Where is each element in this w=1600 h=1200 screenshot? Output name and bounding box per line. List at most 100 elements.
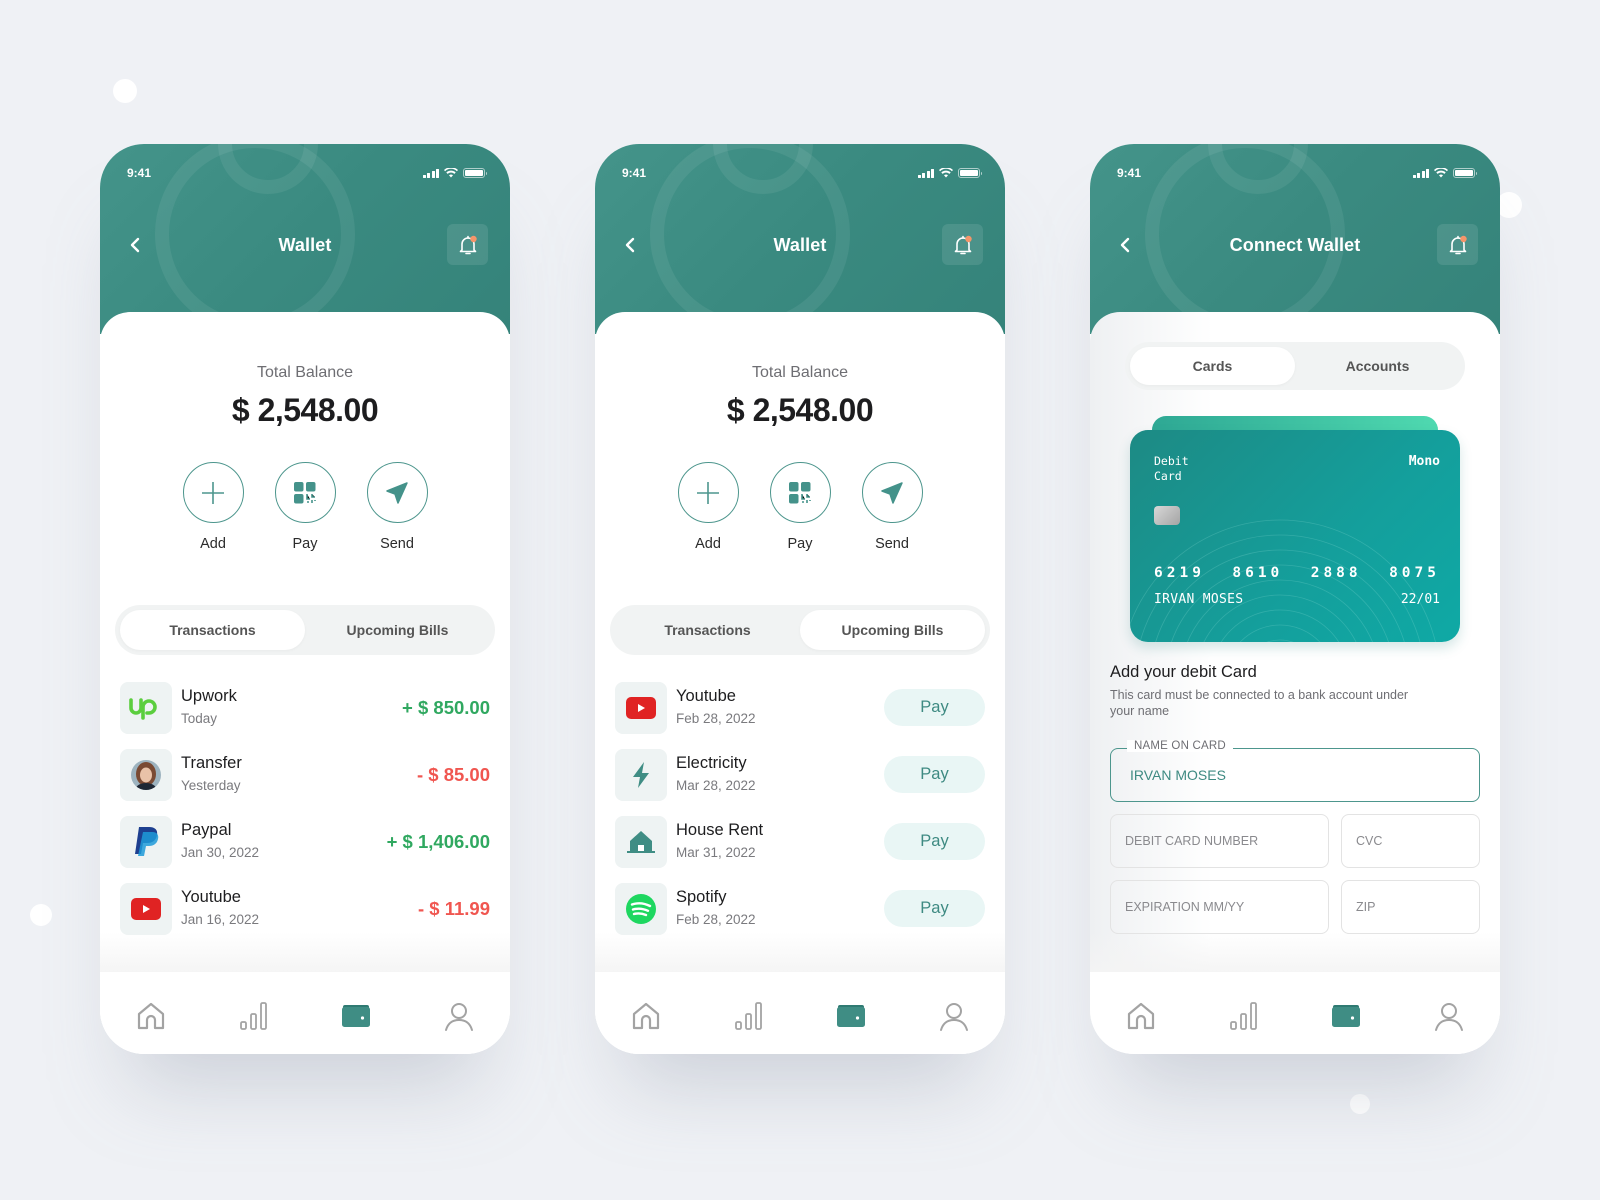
tabbar-home[interactable] <box>131 996 171 1036</box>
tabbar-stats[interactable] <box>729 996 769 1036</box>
pay-button[interactable]: Pay <box>274 462 336 552</box>
pay-label: Pay <box>292 536 318 552</box>
tab-cards[interactable]: Cards <box>1130 347 1295 385</box>
notifications-button[interactable] <box>447 224 488 265</box>
tabbar-wallet[interactable] <box>831 996 871 1036</box>
page-title: Wallet <box>278 234 332 255</box>
status-bar: 9:41 <box>127 166 487 180</box>
card-number-group: 6219 <box>1154 565 1205 581</box>
notifications-button[interactable] <box>1437 224 1478 265</box>
tabbar-profile[interactable] <box>934 996 974 1036</box>
bar-chart-icon <box>1229 1002 1257 1030</box>
name-on-card-label: NAME ON CARD <box>1127 740 1233 752</box>
name-on-card-field[interactable]: NAME ON CARD IRVAN MOSES <box>1110 740 1480 802</box>
wifi-icon <box>1434 168 1448 178</box>
tabbar-home[interactable] <box>1121 996 1161 1036</box>
tabbar-profile[interactable] <box>1429 996 1469 1036</box>
wifi-icon <box>939 168 953 178</box>
pay-bill-button[interactable]: Pay <box>884 890 985 927</box>
name-on-card-value: IRVAN MOSES <box>1130 767 1226 783</box>
bill-name: Youtube <box>676 687 736 705</box>
quick-actions: Add Pay Send <box>595 462 1005 552</box>
card-number-group: 8610 <box>1232 565 1284 581</box>
card-number-group: 2888 <box>1310 565 1362 581</box>
decorative-dot <box>113 79 137 103</box>
chevron-left-icon <box>1120 237 1130 253</box>
add-button[interactable]: Add <box>182 462 244 552</box>
header: 9:41 Wallet <box>100 144 510 334</box>
user-icon <box>1434 1003 1463 1031</box>
page-title: Wallet <box>773 234 827 255</box>
transaction-name: Upwork <box>181 687 237 705</box>
bar-chart-icon <box>734 1002 762 1030</box>
plus-icon <box>697 481 719 504</box>
status-bar: 9:41 <box>622 166 982 180</box>
signal-icon <box>422 168 439 178</box>
send-icon <box>881 481 903 504</box>
header: 9:41 Wallet <box>595 144 1005 334</box>
user-icon <box>939 1003 968 1031</box>
wifi-icon <box>444 168 458 178</box>
zip-field[interactable]: ZIP <box>1341 880 1480 934</box>
add-label: Add <box>695 536 721 552</box>
tabbar-wallet[interactable] <box>1326 996 1366 1036</box>
back-button[interactable] <box>619 234 641 256</box>
tab-accounts[interactable]: Accounts <box>1295 347 1460 385</box>
expiration-field[interactable]: EXPIRATION MM/YY <box>1110 880 1329 934</box>
bill-date: Mar 28, 2022 <box>676 778 756 793</box>
status-time: 9:41 <box>127 166 152 180</box>
notifications-button[interactable] <box>942 224 983 265</box>
back-button[interactable] <box>1114 234 1136 256</box>
transaction-row[interactable]: Upwork Today + $ 850.00 <box>120 674 490 741</box>
tab-upcoming-bills[interactable]: Upcoming Bills <box>800 610 985 650</box>
quick-actions: Add Pay Send <box>100 462 510 552</box>
transaction-row[interactable]: Paypal Jan 30, 2022 + $ 1,406.00 <box>120 808 490 875</box>
transaction-name: Youtube <box>181 888 241 906</box>
signal-icon <box>917 168 934 178</box>
tabbar-wallet[interactable] <box>336 996 376 1036</box>
house-icon <box>615 815 667 868</box>
tab-upcoming-bills[interactable]: Upcoming Bills <box>305 610 490 650</box>
add-button[interactable]: Add <box>677 462 739 552</box>
spotify-logo <box>615 882 667 935</box>
tab-transactions[interactable]: Transactions <box>615 610 800 650</box>
debit-card[interactable]: Debit Card Mono 6219 8610 2888 8075 IRVA… <box>1130 430 1460 642</box>
card-number: 6219 8610 2888 8075 <box>1154 565 1440 581</box>
transaction-amount: + $ 1,406.00 <box>386 830 490 852</box>
card-number-group: 8075 <box>1389 565 1440 581</box>
battery-icon <box>463 168 487 178</box>
content: Cards Accounts Debit Card Mono 6219 8610… <box>1090 312 1500 1054</box>
transaction-row[interactable]: Transfer Yesterday - $ 85.00 <box>120 741 490 808</box>
add-label: Add <box>200 536 226 552</box>
pay-bill-button[interactable]: Pay <box>884 823 985 860</box>
transactions-list: Upwork Today + $ 850.00 Transfer Yesterday… <box>120 674 490 942</box>
bill-name: Spotify <box>676 888 727 906</box>
qr-code-icon <box>789 481 811 503</box>
pay-bill-button[interactable]: Pay <box>884 689 985 726</box>
phone-wallet-transactions: 9:41 Wallet Total Balance $ 2,548.00 Add <box>100 144 510 1054</box>
page-title: Connect Wallet <box>1229 234 1361 255</box>
send-button[interactable]: Send <box>366 462 428 552</box>
tab-bar <box>595 972 1005 1054</box>
tabbar-stats[interactable] <box>1224 996 1264 1036</box>
home-icon <box>633 1002 660 1030</box>
tabbar-profile[interactable] <box>439 996 479 1036</box>
plus-icon <box>202 481 224 504</box>
chip-icon <box>1154 506 1180 525</box>
back-button[interactable] <box>124 234 146 256</box>
send-button[interactable]: Send <box>861 462 923 552</box>
balance-amount: $ 2,548.00 <box>726 392 874 428</box>
cvc-field[interactable]: CVC <box>1341 814 1480 868</box>
transaction-name: Transfer <box>181 754 242 772</box>
bill-date: Feb 28, 2022 <box>676 711 756 726</box>
tab-transactions[interactable]: Transactions <box>120 610 305 650</box>
pay-bill-button[interactable]: Pay <box>884 756 985 793</box>
transaction-date: Yesterday <box>181 778 241 793</box>
phone-wallet-bills: 9:41 Wallet Total Balance $ 2,548.00 Add <box>595 144 1005 1054</box>
content: Total Balance $ 2,548.00 Add Pay Send Tr… <box>595 312 1005 1054</box>
pay-button[interactable]: Pay <box>769 462 831 552</box>
tabbar-home[interactable] <box>626 996 666 1036</box>
tabbar-stats[interactable] <box>234 996 274 1036</box>
card-number-field[interactable]: DEBIT CARD NUMBER <box>1110 814 1329 868</box>
bill-date: Feb 28, 2022 <box>676 912 756 927</box>
